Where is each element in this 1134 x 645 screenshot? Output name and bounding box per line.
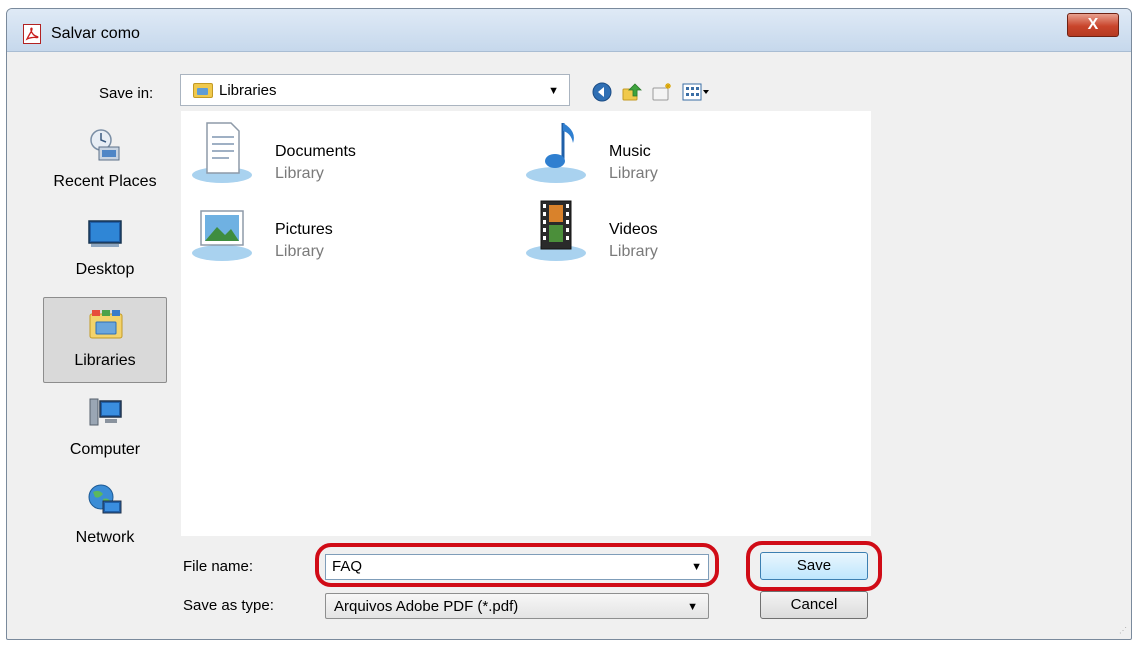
documents-library-icon: [192, 122, 252, 183]
videos-library-icon: [526, 200, 586, 261]
window-title: Salvar como: [51, 25, 140, 42]
pdf-icon: [23, 24, 41, 44]
up-folder-icon[interactable]: [621, 81, 643, 103]
sidebar-item-desktop[interactable]: Desktop: [43, 207, 167, 293]
sidebar-item-label: Computer: [69, 441, 141, 458]
file-list[interactable]: Documents Library Music Library Pictures…: [181, 111, 871, 536]
network-icon: [88, 484, 122, 514]
back-icon[interactable]: [591, 81, 613, 103]
file-name: Videos: [609, 221, 658, 238]
file-name: Music: [609, 143, 651, 160]
save-in-value: Libraries: [219, 82, 277, 99]
new-folder-icon[interactable]: [651, 81, 673, 103]
save-in-label: Save in:: [99, 85, 154, 102]
save-in-dropdown[interactable]: Libraries ▼: [180, 74, 570, 106]
resize-grip-icon[interactable]: ⋰: [1119, 626, 1127, 635]
save-as-dialog: Salvar como X Save in: Libraries ▼ Recen…: [6, 8, 1132, 640]
music-library-icon: [526, 123, 586, 183]
save-as-type-dropdown[interactable]: Arquivos Adobe PDF (*.pdf) ▼: [325, 593, 709, 619]
file-type: Library: [609, 165, 658, 182]
sidebar-item-label: Network: [75, 529, 135, 546]
highlight-ring-file-name: [315, 543, 719, 587]
save-as-type-label: Save as type:: [183, 597, 274, 614]
file-name: Pictures: [275, 221, 333, 238]
sidebar-item-label: Desktop: [75, 261, 135, 278]
libraries-icon: [89, 310, 123, 339]
file-type: Library: [275, 165, 324, 182]
pictures-library-icon: [192, 210, 252, 261]
list-item-documents[interactable]: Documents Library: [189, 119, 489, 191]
chevron-down-icon: ▼: [687, 601, 698, 613]
highlight-ring-save: [746, 541, 882, 591]
sidebar-item-network[interactable]: Network: [43, 475, 167, 561]
libraries-folder-icon: [193, 83, 213, 98]
save-as-type-value: Arquivos Adobe PDF (*.pdf): [334, 598, 519, 615]
sidebar-item-label: Recent Places: [53, 173, 157, 190]
chevron-down-icon: ▼: [548, 85, 559, 97]
close-icon: X: [1087, 16, 1099, 33]
cancel-button[interactable]: Cancel: [760, 591, 868, 619]
sidebar-item-libraries[interactable]: Libraries: [43, 297, 167, 383]
sidebar-item-recent-places[interactable]: Recent Places: [43, 119, 167, 205]
view-menu-icon[interactable]: [681, 81, 711, 103]
sidebar-item-computer[interactable]: Computer: [43, 387, 167, 473]
close-button[interactable]: X: [1067, 13, 1119, 37]
file-name-label: File name:: [183, 558, 254, 575]
file-name: Documents: [275, 143, 356, 160]
list-item-pictures[interactable]: Pictures Library: [189, 197, 489, 269]
computer-icon: [89, 398, 122, 426]
file-type: Library: [275, 243, 324, 260]
places-bar: Recent Places Desktop Libraries Computer…: [41, 117, 171, 549]
file-type: Library: [609, 243, 658, 260]
recent-places-icon: [90, 129, 120, 161]
title-bar[interactable]: Salvar como X: [7, 9, 1131, 52]
list-item-music[interactable]: Music Library: [523, 119, 823, 191]
desktop-icon: [88, 220, 122, 247]
list-item-videos[interactable]: Videos Library: [523, 197, 823, 269]
sidebar-item-label: Libraries: [74, 352, 136, 369]
